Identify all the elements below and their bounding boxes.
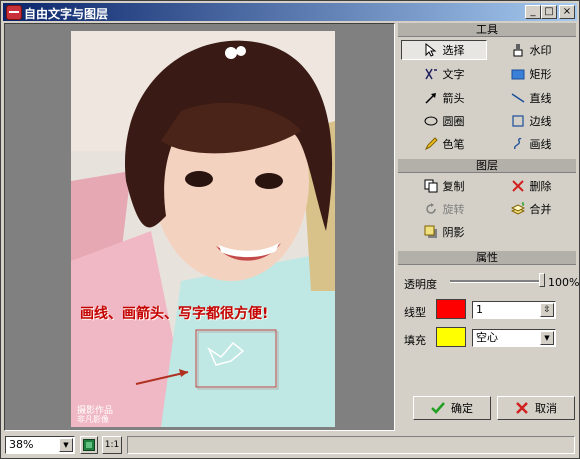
app-icon — [6, 5, 22, 20]
fill-mode-select[interactable]: 空心 ▼ — [472, 329, 556, 347]
line-width-spinner[interactable]: ⇳ — [540, 303, 554, 317]
delete-x-icon — [511, 179, 525, 193]
tool-border[interactable]: 边线 — [488, 111, 574, 131]
zoom-value: 38% — [9, 438, 34, 451]
tool-label: 删除 — [529, 180, 552, 193]
annotation-layer — [135, 329, 279, 390]
opacity-slider-track[interactable] — [450, 280, 542, 283]
chevron-down-icon[interactable]: ▼ — [540, 331, 554, 345]
tool-label: 直线 — [529, 92, 552, 105]
tool-watermark[interactable]: 水印 — [488, 40, 574, 60]
tool-label: 矩形 — [529, 68, 552, 81]
minimize-button[interactable]: _ — [525, 5, 541, 19]
merge-icon — [510, 202, 525, 216]
canvas-area[interactable]: 画线、画箭头、写字都很方便! 摄影作品 非凡影像 — [4, 23, 395, 431]
checkmark-icon — [431, 401, 445, 415]
fit-window-button[interactable] — [80, 436, 98, 454]
tools-header: 工具 — [398, 23, 576, 37]
tool-label: 箭头 — [442, 92, 465, 105]
window-title: 自由文字与图层 — [24, 7, 109, 21]
actual-size-button[interactable]: 1:1 — [102, 436, 122, 454]
rotate-icon — [424, 202, 438, 216]
tool-ellipse[interactable]: 圆圈 — [401, 111, 487, 131]
fit-image-icon — [82, 438, 96, 452]
title-bar: 自由文字与图层 _ □ × — [3, 3, 577, 21]
tool-rectangle[interactable]: 矩形 — [488, 64, 574, 84]
properties-panel: 透明度 100% 线型 1 ⇳ 填充 空心 ▼ — [398, 273, 580, 383]
layer-delete[interactable]: 删除 — [488, 176, 574, 196]
tool-label: 选择 — [442, 44, 465, 57]
tool-pencil[interactable]: 色笔 — [401, 134, 487, 154]
layer-shadow[interactable]: 阴影 — [401, 222, 487, 242]
opacity-label: 透明度 — [404, 278, 437, 291]
zoom-select[interactable]: 38% ▼ — [5, 436, 75, 454]
line-width-value: 1 — [476, 303, 483, 316]
arrow-icon — [424, 91, 438, 105]
square-outline-icon — [511, 114, 525, 128]
layer-merge[interactable]: 合并 — [488, 199, 574, 219]
status-panel — [127, 436, 575, 454]
fill-mode-value: 空心 — [476, 331, 498, 344]
chevron-down-icon[interactable]: ▼ — [59, 438, 73, 452]
tool-label: 水印 — [529, 44, 552, 57]
tool-label: 色笔 — [442, 138, 465, 151]
freehand-line-icon — [511, 137, 525, 151]
tool-freehand[interactable]: 画线 — [488, 134, 574, 154]
maximize-button[interactable]: □ — [541, 5, 557, 19]
tool-select[interactable]: 选择 — [401, 40, 487, 60]
tool-label: 圆圈 — [442, 115, 465, 128]
tool-label: 旋转 — [442, 203, 465, 216]
opacity-value: 100% — [548, 276, 580, 289]
rectangle-filled-icon — [511, 67, 525, 81]
layer-rotate[interactable]: 旋转 — [401, 199, 487, 219]
shadow-icon — [424, 225, 438, 239]
watermark-stamp-icon — [511, 43, 525, 57]
side-panel: 工具 选择 水印 文字 矩形 箭头 直线 圆圈 边线 色笔 画线 图层 复制 删… — [398, 23, 580, 431]
main-window: 自由文字与图层 _ □ × 画线、画箭头、写字都很方便! 摄影作品 非凡影像 工… — [0, 0, 580, 459]
ellipse-icon — [424, 114, 438, 128]
watermark-brand: 非凡影像 — [77, 415, 109, 424]
tool-arrow[interactable]: 箭头 — [401, 88, 487, 108]
tool-label: 画线 — [529, 138, 552, 151]
tool-label: 阴影 — [442, 226, 465, 239]
pencil-icon — [424, 137, 438, 151]
line-label: 线型 — [404, 306, 426, 319]
status-bar: 38% ▼ 1:1 — [3, 434, 577, 456]
tool-line[interactable]: 直线 — [488, 88, 574, 108]
cursor-arrow-icon — [424, 43, 438, 57]
photo-canvas[interactable]: 画线、画箭头、写字都很方便! 摄影作品 非凡影像 — [71, 31, 335, 427]
tool-label: 合并 — [529, 203, 552, 216]
tool-label: 边线 — [529, 115, 552, 128]
line-icon — [511, 91, 525, 105]
layer-copy[interactable]: 复制 — [401, 176, 487, 196]
close-button[interactable]: × — [559, 5, 575, 19]
copy-icon — [424, 179, 438, 193]
cancel-button[interactable]: 取消 — [497, 396, 575, 420]
close-icon — [515, 401, 529, 415]
layers-header: 图层 — [398, 159, 576, 173]
text-tool-icon — [424, 67, 438, 81]
line-color-swatch[interactable] — [436, 299, 466, 319]
ok-button[interactable]: 确定 — [413, 396, 491, 420]
tool-label: 文字 — [442, 68, 465, 81]
fill-label: 填充 — [404, 334, 426, 347]
tool-text[interactable]: 文字 — [401, 64, 487, 84]
fill-color-swatch[interactable] — [436, 327, 466, 347]
ok-label: 确定 — [451, 402, 473, 415]
tool-label: 复制 — [442, 180, 465, 193]
cancel-label: 取消 — [535, 402, 557, 415]
line-width-input[interactable]: 1 ⇳ — [472, 301, 556, 319]
opacity-slider-thumb[interactable] — [539, 273, 545, 287]
properties-header: 属性 — [398, 251, 576, 265]
